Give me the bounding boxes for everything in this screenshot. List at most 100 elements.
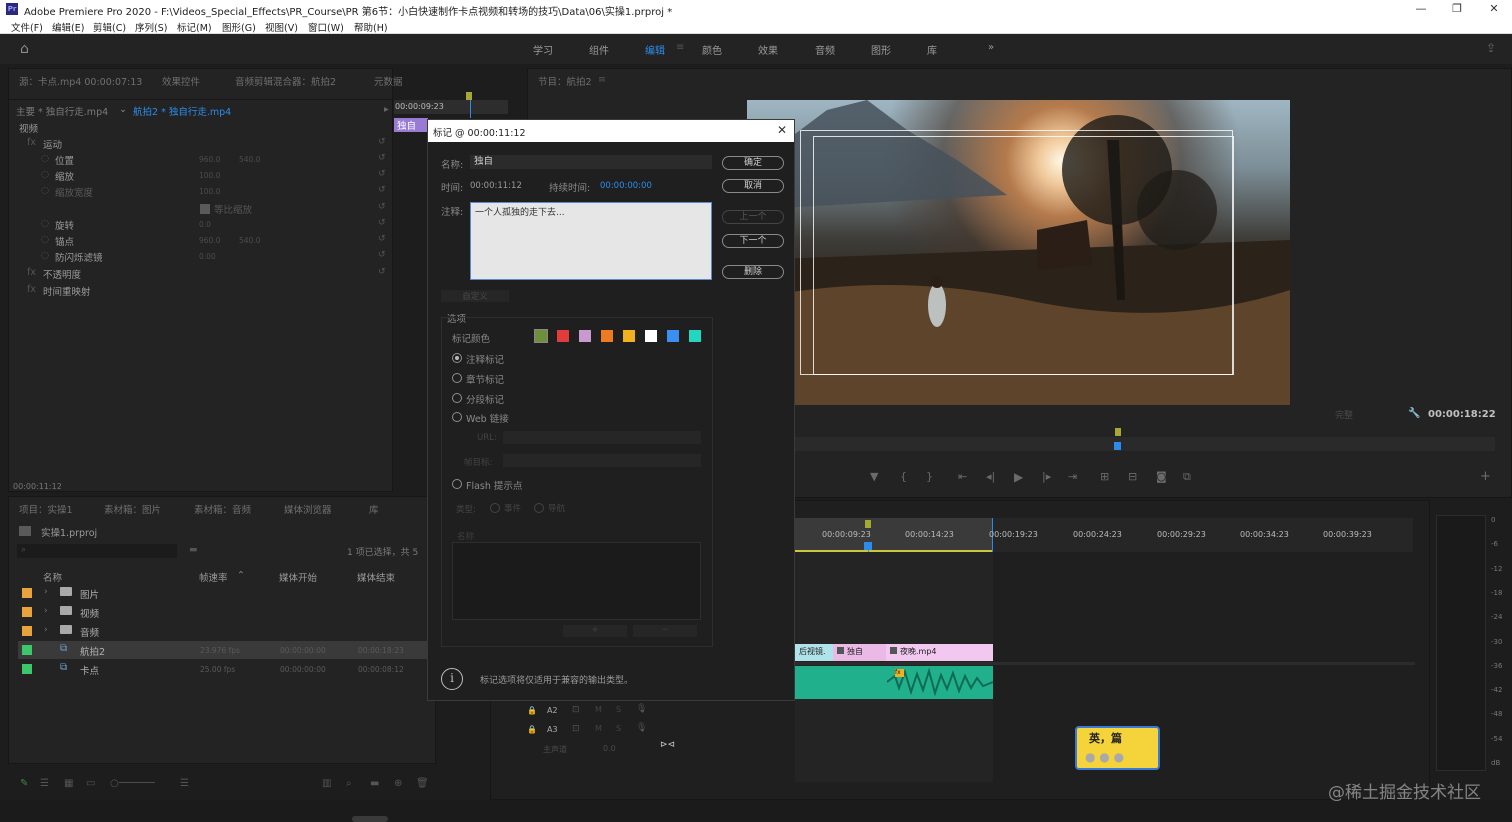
col-name[interactable]: 名称: [43, 570, 62, 584]
reset-icon[interactable]: ↺: [378, 250, 386, 260]
new-bin-icon[interactable]: ▬: [370, 778, 379, 789]
tab-bin-audio[interactable]: 素材箱：音频: [194, 502, 251, 516]
ec-marker-icon[interactable]: [466, 92, 472, 100]
marker-color-swatch[interactable]: [534, 329, 548, 343]
trash-icon[interactable]: 🗑: [416, 778, 429, 789]
find-icon[interactable]: ⌕: [346, 778, 352, 789]
scale-value[interactable]: 100.0: [199, 171, 220, 180]
marker-color-swatch[interactable]: [601, 330, 613, 342]
mark-out-icon[interactable]: }: [926, 470, 933, 483]
workspace-audio[interactable]: 音频: [815, 42, 835, 57]
workspace-editing[interactable]: 编辑: [645, 42, 665, 57]
sequence-clip-label[interactable]: 航拍2 * 独自行走.mp4: [133, 104, 231, 118]
reset-icon[interactable]: ↺: [378, 218, 386, 228]
sort-icon[interactable]: ☰: [180, 778, 189, 789]
menu-file[interactable]: 文件(F): [11, 20, 43, 34]
workspace-learn[interactable]: 学习: [533, 42, 553, 57]
timeline-marker-icon[interactable]: [865, 520, 871, 528]
workspace-effects[interactable]: 效果: [758, 42, 778, 57]
step-forward-icon[interactable]: |▸: [1042, 470, 1051, 483]
program-scrubber[interactable]: [795, 437, 1495, 451]
label-color-swatch[interactable]: [22, 645, 32, 655]
add-marker-icon[interactable]: ▼: [870, 470, 878, 483]
uniform-scale-checkbox[interactable]: [200, 204, 210, 214]
radio-flash-cue[interactable]: [452, 479, 462, 489]
radio-chapter-marker[interactable]: [452, 373, 462, 383]
lock-icon[interactable]: 🔒: [527, 706, 537, 715]
reset-icon[interactable]: ↺: [378, 169, 386, 179]
lift-icon[interactable]: ⊞: [1100, 470, 1109, 483]
position-y[interactable]: 540.0: [239, 155, 260, 164]
tab-menu-icon[interactable]: ≡: [598, 74, 606, 85]
program-timecode[interactable]: 00:00:18:22: [1428, 409, 1496, 420]
project-search-input[interactable]: [17, 544, 177, 558]
workspace-color[interactable]: 颜色: [702, 42, 722, 57]
project-list-item[interactable]: › 音频: [18, 622, 428, 640]
next-button[interactable]: 下一个: [722, 234, 784, 248]
ec-playhead[interactable]: [470, 100, 471, 118]
add-param-button[interactable]: +: [563, 625, 627, 637]
reset-icon[interactable]: ↺: [378, 185, 386, 195]
menu-view[interactable]: 视图(V): [265, 20, 298, 34]
duration-value[interactable]: 00:00:00:00: [600, 181, 652, 191]
effect-time-remap[interactable]: 时间重映射: [43, 284, 91, 298]
stopwatch-icon[interactable]: ◌: [41, 169, 49, 180]
type-comment-marker[interactable]: 注释标记: [466, 352, 504, 366]
anchor-y[interactable]: 540.0: [239, 236, 260, 245]
comment-textarea[interactable]: 一个人孤独的走下去...: [470, 202, 712, 280]
ec-clip-bar[interactable]: 独自: [394, 118, 428, 132]
radio-comment-marker[interactable]: [452, 353, 462, 363]
close-window-button[interactable]: ✕: [1476, 0, 1512, 18]
menu-markers[interactable]: 标记(M): [177, 20, 212, 34]
maximize-button[interactable]: ❐: [1439, 0, 1475, 18]
chevron-right-icon[interactable]: ›: [44, 587, 48, 597]
radio-flash-navigation[interactable]: [534, 503, 544, 513]
project-list-item[interactable]: ⧉ 航拍2 23.976 fps 00:00:00:00 00:00:18:23: [18, 641, 428, 659]
solo-icon[interactable]: S: [616, 724, 621, 733]
reset-icon[interactable]: ↺: [378, 153, 386, 163]
new-bin-from-search-icon[interactable]: ▬: [189, 545, 198, 555]
home-icon[interactable]: ⌂: [20, 41, 29, 57]
label-color-swatch[interactable]: [22, 626, 32, 636]
project-list-item[interactable]: ⧉ 卡点 25.00 fps 00:00:00:00 00:00:08:12: [18, 660, 428, 678]
workspace-menu-icon[interactable]: ≡: [676, 42, 684, 53]
radio-web-link[interactable]: [452, 412, 462, 422]
mute-icon[interactable]: M: [595, 724, 602, 733]
label-color-swatch[interactable]: [22, 664, 32, 674]
wrench-icon[interactable]: 🔧: [1408, 408, 1420, 419]
workspace-graphics[interactable]: 图形: [871, 42, 891, 57]
export-frame-icon[interactable]: ◙: [1156, 470, 1167, 483]
solo-icon[interactable]: S: [616, 705, 621, 714]
play-icon[interactable]: ▶: [1014, 470, 1023, 484]
menu-edit[interactable]: 编辑(E): [52, 20, 84, 34]
chevron-right-icon[interactable]: ›: [44, 606, 48, 616]
ok-button[interactable]: 确定: [722, 156, 784, 170]
transform-bounding-box[interactable]: [813, 136, 1234, 375]
marker-color-swatch[interactable]: [645, 330, 657, 342]
project-list-item[interactable]: › 图片: [18, 584, 428, 602]
chevron-down-icon[interactable]: ⌄: [119, 104, 127, 115]
position-x[interactable]: 960.0: [199, 155, 220, 164]
remove-param-button[interactable]: −: [633, 625, 697, 637]
reset-icon[interactable]: ↺: [378, 202, 386, 212]
mute-icon[interactable]: M: [595, 705, 602, 714]
mic-icon[interactable]: 🎙: [636, 723, 647, 733]
fx-icon[interactable]: fx: [27, 137, 36, 148]
effect-motion[interactable]: 运动: [43, 137, 62, 151]
extract-icon[interactable]: ⊟: [1128, 470, 1137, 483]
workspace-more-icon[interactable]: »: [988, 42, 994, 53]
master-volume[interactable]: 0.0: [603, 744, 616, 753]
marker-name-input[interactable]: 独自: [470, 155, 712, 169]
step-back-icon[interactable]: ◂|: [986, 470, 995, 483]
effect-opacity[interactable]: 不透明度: [43, 267, 81, 281]
tab-audio-clip-mixer[interactable]: 音频剪辑混合器：航拍2: [235, 74, 336, 88]
menu-help[interactable]: 帮助(H): [354, 20, 388, 34]
tab-metadata[interactable]: 元数据: [374, 74, 403, 88]
rotation-value[interactable]: 0.0: [199, 220, 211, 229]
stopwatch-icon[interactable]: ◌: [41, 250, 49, 261]
clip-alone[interactable]: 独自: [833, 644, 886, 661]
clip-rearview[interactable]: 后视镜.: [795, 644, 833, 661]
type-flash-cue[interactable]: Flash 提示点: [466, 478, 522, 492]
sort-ascending-icon[interactable]: ⌃: [237, 570, 245, 581]
minimize-button[interactable]: —: [1403, 0, 1439, 18]
